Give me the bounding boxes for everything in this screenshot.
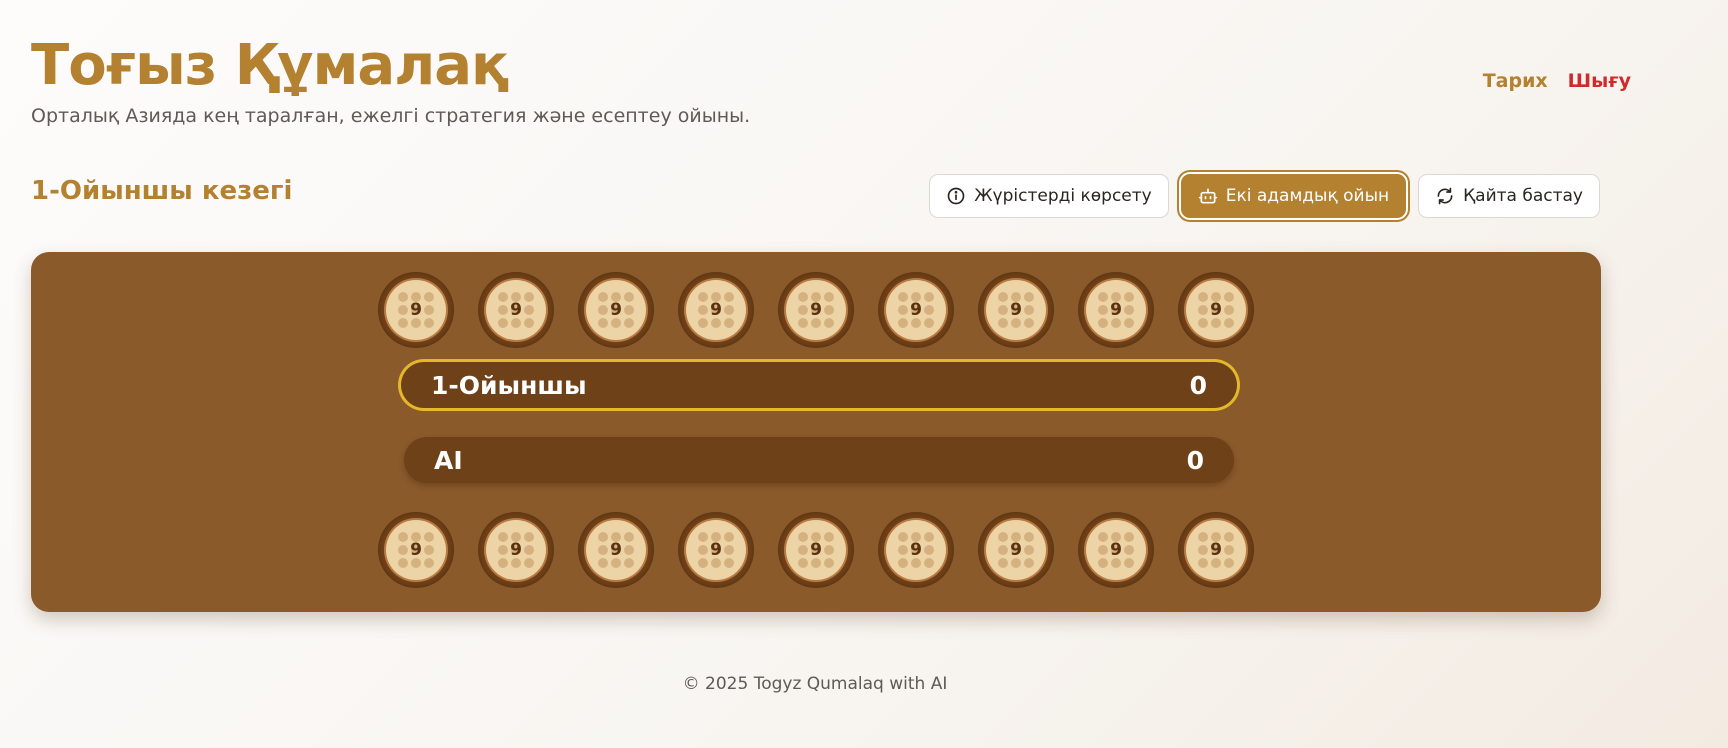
pit-count: 9 (1010, 300, 1022, 320)
player1-score-bar: 1-Ойыншы 0 (401, 362, 1237, 408)
show-moves-button[interactable]: Жүрістерді көрсету (929, 174, 1169, 218)
pit[interactable]: 9 (678, 272, 754, 348)
pit-inner: 9 (886, 520, 946, 580)
pit-count: 9 (1110, 540, 1122, 560)
player1-name: 1-Ойыншы (431, 370, 587, 400)
pit[interactable]: 9 (678, 512, 754, 588)
pit[interactable]: 9 (778, 512, 854, 588)
pit-inner: 9 (786, 280, 846, 340)
page-subtitle: Орталық Азияда кең таралған, ежелгі стра… (31, 105, 751, 127)
pit-count: 9 (1110, 300, 1122, 320)
top-nav: Тарих Шығу (1483, 70, 1631, 92)
pit-count: 9 (710, 540, 722, 560)
pit[interactable]: 9 (1178, 272, 1254, 348)
pit[interactable]: 9 (378, 272, 454, 348)
game-board: 9 9 9 9 9 9 9 9 9 1-Ойыншы 0 AI 0 9 9 9 9 9 9 9 9 9 (31, 252, 1601, 612)
pit[interactable]: 9 (778, 272, 854, 348)
ai-score-bar: AI 0 (404, 437, 1234, 483)
pit-count: 9 (610, 540, 622, 560)
ai-name: AI (434, 445, 463, 475)
player-pits-row: 9 9 9 9 9 9 9 9 9 (31, 512, 1601, 588)
pit-count: 9 (1210, 540, 1222, 560)
pit[interactable]: 9 (1078, 512, 1154, 588)
pit-inner: 9 (986, 280, 1046, 340)
pit-count: 9 (810, 540, 822, 560)
pit[interactable]: 9 (478, 272, 554, 348)
pit-inner: 9 (986, 520, 1046, 580)
two-player-button[interactable]: Екі адамдық ойын (1180, 174, 1407, 218)
pit-count: 9 (910, 300, 922, 320)
game-controls: Жүрістерді көрсету Екі адамдық ойын Қайт… (929, 174, 1600, 218)
show-moves-label: Жүрістерді көрсету (974, 186, 1152, 206)
pit[interactable]: 9 (578, 512, 654, 588)
pit-count: 9 (710, 300, 722, 320)
pit-count: 9 (810, 300, 822, 320)
pit[interactable]: 9 (578, 272, 654, 348)
pit[interactable]: 9 (878, 272, 954, 348)
opponent-pits-row: 9 9 9 9 9 9 9 9 9 (31, 272, 1601, 348)
pit-inner: 9 (486, 280, 546, 340)
restart-label: Қайта бастау (1463, 186, 1583, 206)
pit[interactable]: 9 (1078, 272, 1154, 348)
turn-indicator: 1-Ойыншы кезегі (31, 176, 293, 206)
pit[interactable]: 9 (478, 512, 554, 588)
ai-score: 0 (1186, 445, 1204, 475)
pit-inner: 9 (386, 520, 446, 580)
pit-inner: 9 (786, 520, 846, 580)
pit-inner: 9 (586, 280, 646, 340)
page-title: Тоғыз Құмалақ (31, 33, 509, 98)
footer-copyright: © 2025 Togyz Qumalaq with AI (682, 674, 948, 694)
pit-inner: 9 (886, 280, 946, 340)
pit[interactable]: 9 (978, 272, 1054, 348)
pit-inner: 9 (1086, 280, 1146, 340)
two-player-label: Екі адамдық ойын (1225, 186, 1390, 206)
pit-count: 9 (1010, 540, 1022, 560)
pit-inner: 9 (586, 520, 646, 580)
nav-history-link[interactable]: Тарих (1483, 70, 1548, 92)
pit-inner: 9 (686, 280, 746, 340)
pit-count: 9 (510, 300, 522, 320)
pit-count: 9 (410, 540, 422, 560)
nav-logout-link[interactable]: Шығу (1568, 70, 1631, 92)
pit[interactable]: 9 (878, 512, 954, 588)
restart-button[interactable]: Қайта бастау (1418, 174, 1600, 218)
pit[interactable]: 9 (1178, 512, 1254, 588)
pit[interactable]: 9 (378, 512, 454, 588)
pit-inner: 9 (486, 520, 546, 580)
pit-count: 9 (610, 300, 622, 320)
pit-count: 9 (410, 300, 422, 320)
info-icon (947, 187, 965, 205)
pit-inner: 9 (1086, 520, 1146, 580)
pit-count: 9 (1210, 300, 1222, 320)
bot-icon (1198, 188, 1217, 204)
pit-inner: 9 (386, 280, 446, 340)
pit-inner: 9 (1186, 520, 1246, 580)
refresh-icon (1437, 187, 1453, 205)
pit-inner: 9 (686, 520, 746, 580)
pit-count: 9 (910, 540, 922, 560)
player1-score: 0 (1189, 370, 1207, 400)
pit[interactable]: 9 (978, 512, 1054, 588)
pit-inner: 9 (1186, 280, 1246, 340)
pit-count: 9 (510, 540, 522, 560)
